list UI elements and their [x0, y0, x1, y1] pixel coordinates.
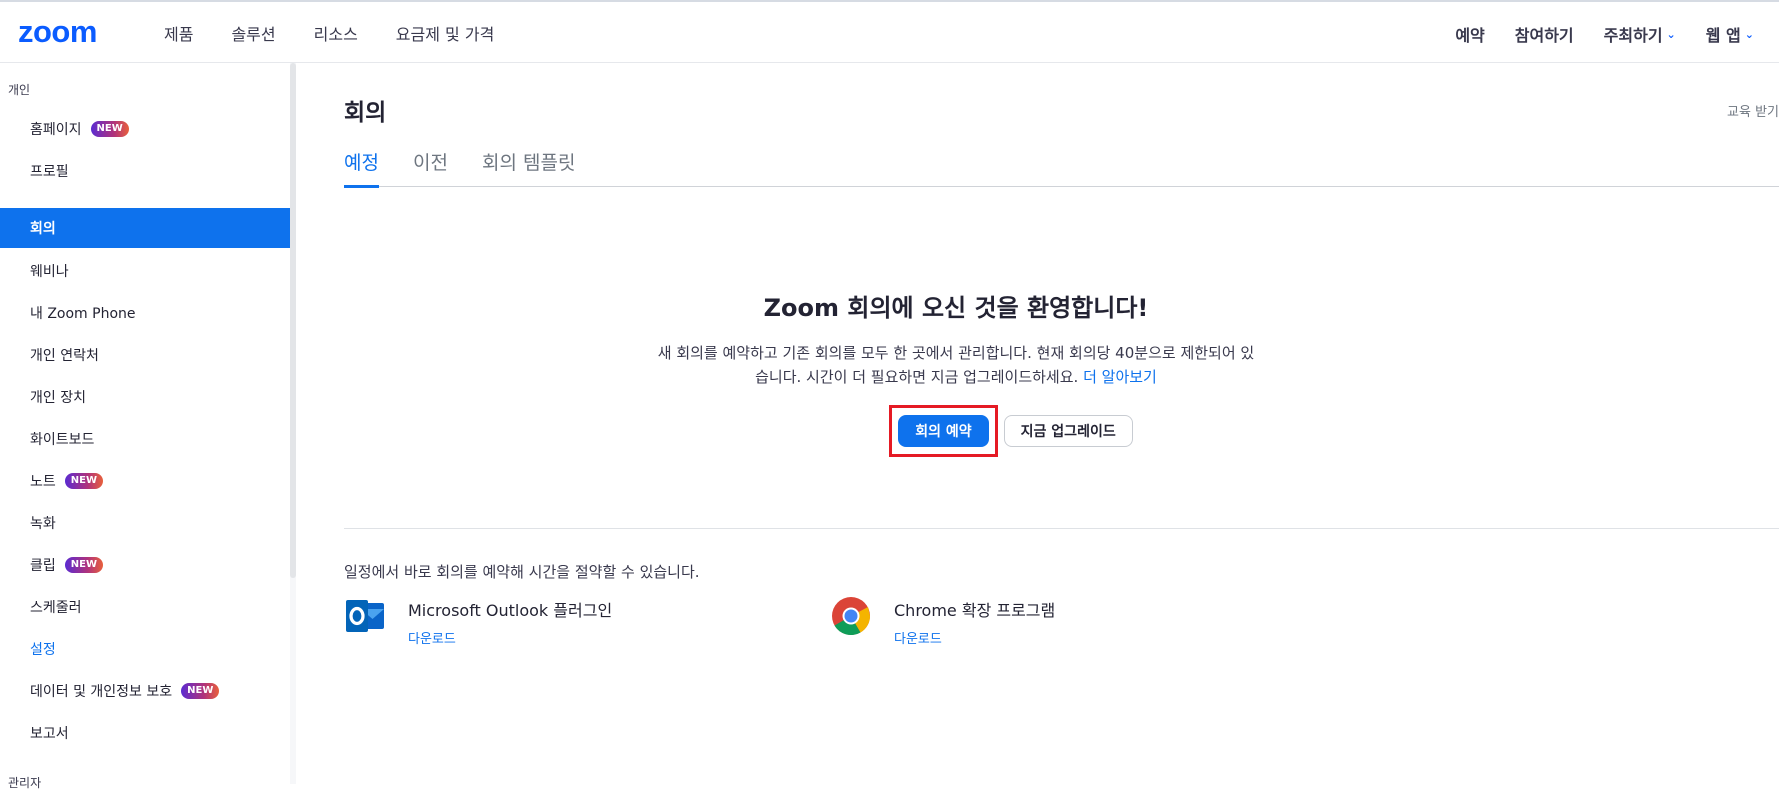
page-title: 회의: [344, 100, 387, 126]
main-content: 회의 교육 받기 예정 이전 회의 템플릿 Zoom 회의에 오신 것을 환영합…: [344, 63, 1779, 784]
welcome-description: 새 회의를 예약하고 기존 회의를 모두 한 곳에서 관리합니다. 현재 회의당…: [656, 341, 1256, 389]
sidebar-item-home[interactable]: 홈페이지 NEW: [0, 109, 290, 149]
welcome-title: Zoom 회의에 오신 것을 환영합니다!: [763, 294, 1149, 322]
sidebar-item-notes[interactable]: 노트 NEW: [0, 461, 290, 501]
nav-host-label: 주최하기: [1603, 26, 1663, 45]
tab-upcoming[interactable]: 예정: [344, 148, 379, 188]
nav-schedule-label: 예약: [1455, 26, 1485, 45]
meeting-tabs: 예정 이전 회의 템플릿: [344, 148, 1779, 188]
integration-chrome: Chrome 확장 프로그램 다운로드: [830, 595, 1055, 647]
sidebar-item-label: 클립: [30, 558, 56, 574]
new-badge: NEW: [90, 121, 129, 137]
nav-solutions[interactable]: 솔루션: [231, 21, 275, 45]
download-link[interactable]: 다운로드: [894, 628, 1055, 647]
outlook-icon: [346, 600, 384, 632]
chrome-icon: [832, 597, 871, 636]
nav-pricing[interactable]: 요금제 및 가격: [396, 21, 495, 45]
sidebar-item-settings[interactable]: 설정: [0, 629, 290, 669]
new-badge: NEW: [64, 557, 103, 573]
sidebar-item-label: 설정: [30, 642, 56, 658]
nav-products[interactable]: 제품: [164, 21, 193, 45]
highlight-box: 회의 예약: [889, 405, 998, 457]
sidebar-item-label: 보고서: [30, 726, 69, 742]
integration-outlook: Microsoft Outlook 플러그인 다운로드: [344, 595, 612, 647]
tab-meeting-templates[interactable]: 회의 템플릿: [482, 148, 575, 187]
nav-schedule[interactable]: 예약: [1455, 22, 1484, 46]
new-badge: NEW: [64, 473, 103, 489]
calendar-hint: 일정에서 바로 회의를 예약해 시간을 절약할 수 있습니다.: [344, 563, 700, 581]
learn-more-link[interactable]: 더 알아보기: [1083, 368, 1157, 386]
welcome-description-text: 새 회의를 예약하고 기존 회의를 모두 한 곳에서 관리합니다. 현재 회의당…: [657, 344, 1255, 386]
sidebar-item-label: 노트: [30, 474, 56, 490]
chevron-down-icon: ⌄: [1744, 27, 1754, 41]
sidebar-item-scheduler[interactable]: 스케줄러: [0, 587, 290, 627]
sidebar-item-label: 스케줄러: [30, 600, 82, 616]
nav-web-app[interactable]: 웹 앱 ⌄: [1706, 22, 1754, 46]
integration-chrome-text: Chrome 확장 프로그램 다운로드: [894, 595, 1055, 647]
download-link[interactable]: 다운로드: [408, 628, 612, 647]
sidebar-item-label: 홈페이지: [30, 122, 82, 138]
nav-join-label: 참여하기: [1514, 26, 1574, 45]
integration-outlook-text: Microsoft Outlook 플러그인 다운로드: [408, 595, 612, 647]
sidebar-item-label: 녹화: [30, 516, 56, 532]
integration-name: Chrome 확장 프로그램: [894, 601, 1056, 620]
sidebar-item-data-privacy[interactable]: 데이터 및 개인정보 보호 NEW: [0, 671, 290, 711]
sidebar-item-label: 개인 연락처: [30, 348, 99, 364]
main-nav: 제품 솔루션 리소스 요금제 및 가격: [164, 21, 532, 45]
sidebar-item-label: 회의: [30, 221, 56, 237]
schedule-meeting-button[interactable]: 회의 예약: [898, 415, 989, 447]
sidebar-item-whiteboards[interactable]: 화이트보드: [0, 419, 290, 459]
sidebar-scrollbar-thumb[interactable]: [290, 63, 296, 578]
training-link[interactable]: 교육 받기: [1727, 101, 1779, 120]
sidebar-item-label: 화이트보드: [30, 432, 95, 448]
sidebar-item-label: 데이터 및 개인정보 보호: [30, 684, 173, 700]
nav-web-app-label: 웹 앱: [1705, 26, 1741, 45]
integration-name: Microsoft Outlook 플러그인: [408, 601, 613, 620]
nav-host[interactable]: 주최하기 ⌄: [1604, 22, 1676, 46]
nav-resources[interactable]: 리소스: [314, 21, 358, 45]
sidebar-item-label: 웨비나: [30, 264, 69, 280]
sidebar-item-recordings[interactable]: 녹화: [0, 503, 290, 543]
sidebar-item-label: 내 Zoom Phone: [30, 306, 136, 322]
upgrade-now-button[interactable]: 지금 업그레이드: [1003, 415, 1133, 447]
nav-join[interactable]: 참여하기: [1515, 22, 1574, 46]
sidebar-item-meetings[interactable]: 회의: [0, 208, 290, 248]
sidebar-item-profile[interactable]: 프로필: [0, 151, 290, 191]
new-badge: NEW: [181, 683, 220, 699]
sidebar-item-reports[interactable]: 보고서: [0, 713, 290, 753]
zoom-logo[interactable]: zoom: [18, 14, 97, 50]
sidebar: 개인 홈페이지 NEW 프로필 회의 웨비나 내 Zoom Phone 개인 연락…: [0, 63, 290, 790]
tab-previous[interactable]: 이전: [413, 148, 448, 187]
chevron-down-icon: ⌄: [1666, 27, 1676, 41]
sidebar-section-admin: 관리자: [8, 776, 42, 790]
section-divider: [344, 528, 1779, 529]
sidebar-item-webinars[interactable]: 웨비나: [0, 251, 290, 291]
top-navigation-bar: zoom 제품 솔루션 리소스 요금제 및 가격 예약 참여하기 주최하기 ⌄ 웹…: [0, 0, 1779, 63]
sidebar-item-label: 프로필: [30, 164, 69, 180]
sidebar-item-clips[interactable]: 클립 NEW: [0, 545, 290, 585]
sidebar-item-devices[interactable]: 개인 장치: [0, 377, 290, 417]
sidebar-section-personal: 개인: [8, 83, 31, 97]
sidebar-item-zoom-phone[interactable]: 내 Zoom Phone: [0, 293, 290, 333]
account-nav: 예약 참여하기 주최하기 ⌄ 웹 앱 ⌄: [1425, 22, 1754, 46]
sidebar-item-label: 개인 장치: [30, 390, 86, 406]
sidebar-item-contacts[interactable]: 개인 연락처: [0, 335, 290, 375]
welcome-panel: Zoom 회의에 오신 것을 환영합니다! 새 회의를 예약하고 기존 회의를 …: [344, 288, 1568, 389]
welcome-actions: 회의 예약 지금 업그레이드: [344, 405, 1568, 457]
